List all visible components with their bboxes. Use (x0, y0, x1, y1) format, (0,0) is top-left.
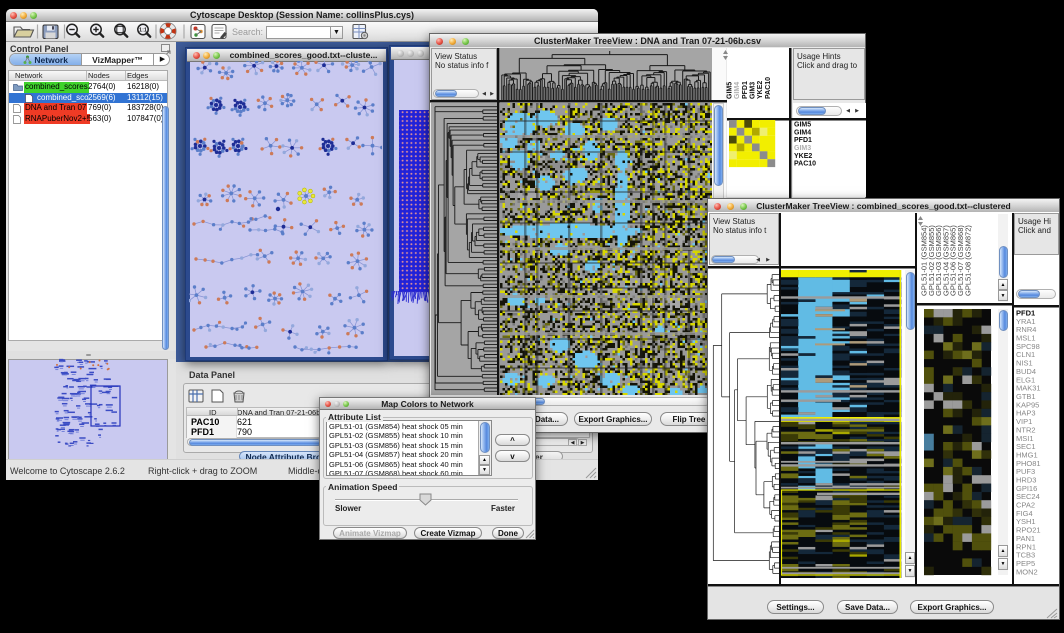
svg-text:GPL51-08 (GSM872): GPL51-08 (GSM872) (963, 225, 972, 296)
svg-text:MON2: MON2 (1016, 567, 1038, 576)
